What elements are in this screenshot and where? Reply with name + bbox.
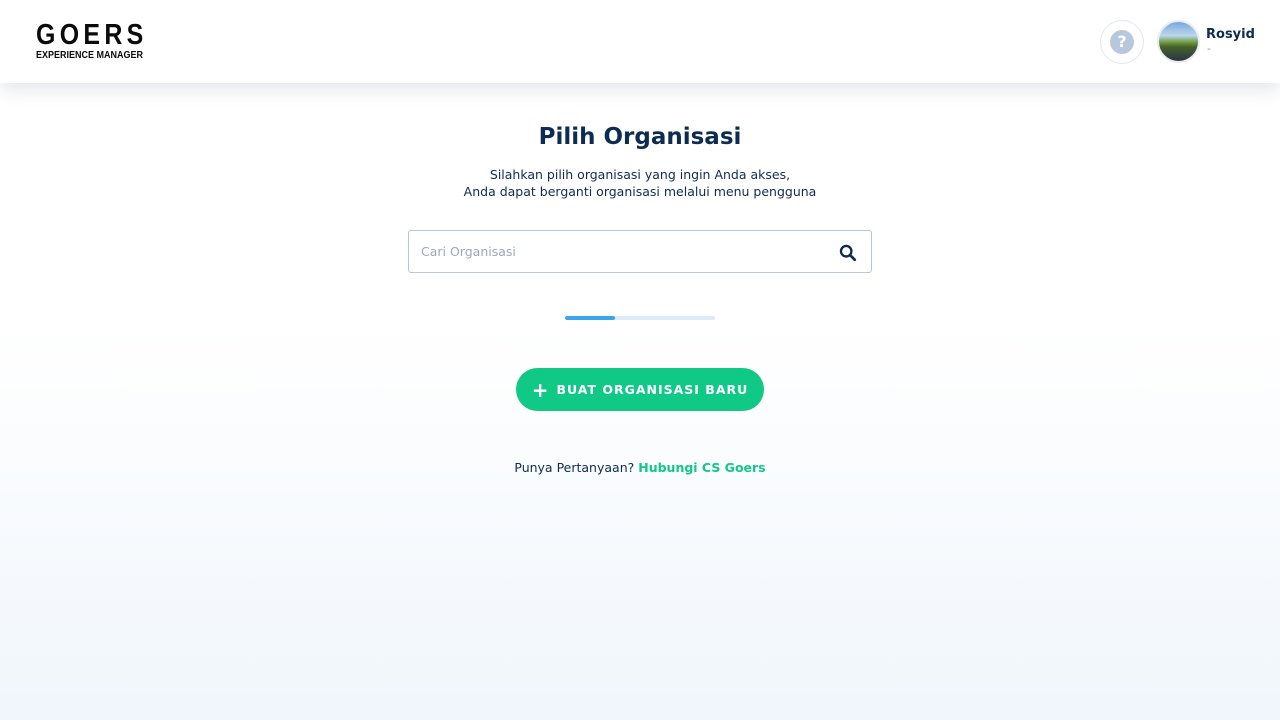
loading-bar-fill	[565, 316, 615, 320]
user-avatar[interactable]	[1157, 20, 1200, 63]
logo-main-text: GOERS	[36, 19, 148, 51]
subtitle-line-2: Anda dapat berganti organisasi melalui m…	[463, 184, 817, 199]
question-circle-icon: ?	[1110, 30, 1134, 54]
user-subtitle: -	[1207, 42, 1211, 55]
loading-bar	[565, 316, 715, 320]
user-name[interactable]: Rosyid	[1206, 27, 1255, 42]
goers-logo[interactable]: GOERS EXPERIENCE MANAGER	[36, 19, 148, 63]
help-footer: Punya Pertanyaan? Hubungi CS Goers	[0, 460, 1280, 475]
page-title: Pilih Organisasi	[538, 124, 742, 150]
contact-cs-link[interactable]: Hubungi CS Goers	[638, 460, 765, 475]
search-organization-input[interactable]	[409, 231, 829, 272]
plus-icon: +	[531, 377, 549, 402]
search-box	[408, 230, 872, 273]
help-button[interactable]: ?	[1100, 20, 1144, 64]
create-organization-label: BUAT ORGANISASI BARU	[556, 382, 749, 397]
subtitle-line-1: Silahkan pilih organisasi yang ingin And…	[489, 167, 791, 182]
footer-question: Punya Pertanyaan?	[514, 460, 635, 475]
top-header: GOERS EXPERIENCE MANAGER ? Rosyid -	[0, 0, 1280, 83]
logo-sub-text: EXPERIENCE MANAGER	[36, 50, 144, 61]
page-subtitle: Silahkan pilih organisasi yang ingin And…	[0, 166, 1280, 200]
create-organization-button[interactable]: + BUAT ORGANISASI BARU	[516, 368, 764, 411]
search-icon[interactable]	[839, 244, 857, 262]
